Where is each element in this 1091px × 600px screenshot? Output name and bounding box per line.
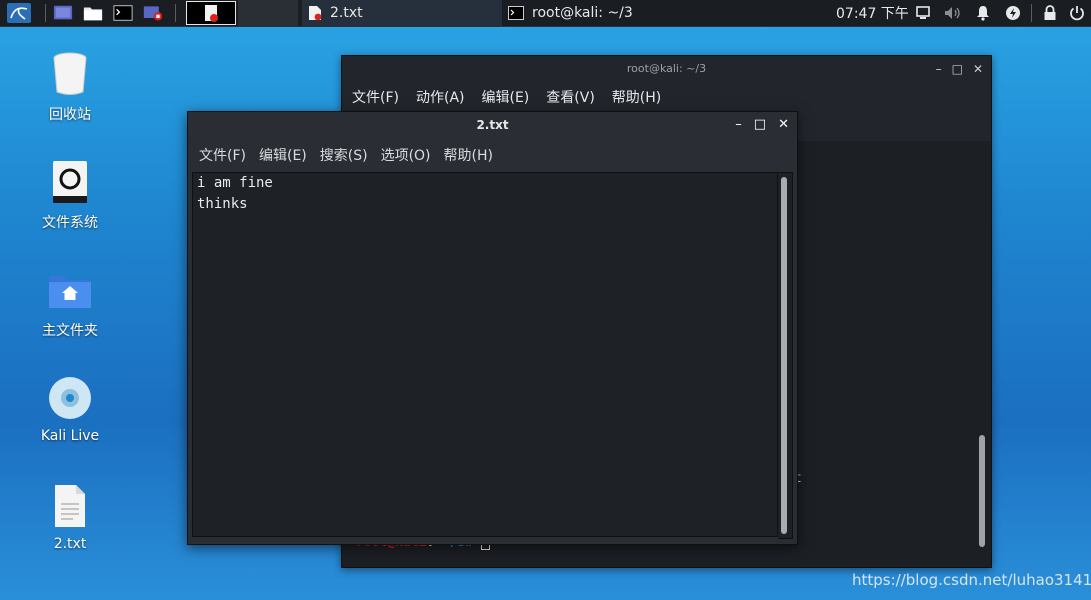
home-folder-icon [49,276,91,308]
desktop-icon-kali-live[interactable]: Kali Live [30,374,110,444]
menu-help[interactable]: 帮助(H) [612,87,661,107]
text-file-icon [55,485,85,527]
maximize-icon[interactable]: □ [952,56,963,82]
trash-icon [53,52,87,95]
terminal-scroll-thumb[interactable] [979,435,985,547]
menu-actions[interactable]: 动作(A) [416,87,465,107]
desktop-icon-label: 2.txt [53,536,87,552]
menu-file[interactable]: 文件(F) [352,87,399,107]
clock[interactable]: 07:47 下午 [836,3,909,23]
desktop-icon-text-file[interactable]: 2.txt [30,482,110,552]
menu-edit[interactable]: 编辑(E) [259,145,307,165]
desktop: 2.txt root@kali: ~/3 07:47 下午 回收站 文件系统 主… [0,0,1091,600]
display-icon[interactable] [915,4,931,22]
editor-titlebar[interactable]: 2.txt – □ ✕ [188,112,797,140]
taskbar-item-label: 2.txt [330,5,363,21]
desktop-icon-trash[interactable]: 回收站 [30,50,110,124]
kali-menu-icon[interactable] [6,3,32,23]
terminal-icon [508,6,524,20]
menu-options[interactable]: 选项(O) [381,145,431,165]
panel-separator [1031,4,1032,22]
editor-scroll-thumb[interactable] [781,177,787,534]
menu-view[interactable]: 查看(V) [546,87,595,107]
terminal-launcher-icon[interactable] [113,3,133,23]
desktop-icon-label: 回收站 [49,107,91,123]
panel-separator [45,4,46,22]
power-manager-icon[interactable] [1004,4,1022,22]
lock-icon[interactable] [1042,4,1058,22]
close-icon[interactable]: ✕ [778,112,789,138]
editor-scrollbar[interactable] [778,172,793,539]
notifications-icon[interactable] [975,4,991,22]
taskbar-item-terminal[interactable]: root@kali: ~/3 [506,0,706,26]
terminal-titlebar[interactable]: root@kali: ~/3 – □ ✕ [342,56,991,82]
editor-text-area[interactable]: i am fine thinks [192,172,778,537]
screen-recorder-icon[interactable] [143,3,163,23]
show-desktop-icon[interactable] [53,3,73,23]
workspace-2[interactable] [238,0,298,26]
editor-window[interactable]: 2.txt – □ ✕ 文件(F) 编辑(E) 搜索(S) 选项(O) 帮助(H… [187,111,798,545]
text-file-icon [308,5,322,21]
watermark: https://blog.csdn.net/luhao31415 [852,571,1091,589]
desktop-icon-label: Kali Live [40,428,100,444]
window-title: 2.txt [476,118,509,132]
close-icon[interactable]: ✕ [973,56,983,82]
maximize-icon[interactable]: □ [754,112,766,138]
disc-icon [49,377,91,419]
menu-search[interactable]: 搜索(S) [320,145,368,165]
minimize-icon[interactable]: – [735,112,742,138]
terminal-scrollbar[interactable] [978,141,986,547]
top-panel: 2.txt root@kali: ~/3 07:47 下午 [0,0,1091,27]
taskbar-item-label: root@kali: ~/3 [532,5,633,21]
desktop-icon-label: 文件系统 [42,215,98,231]
minimize-icon[interactable]: – [936,56,942,82]
drive-icon [53,161,87,203]
menu-edit[interactable]: 编辑(E) [482,87,530,107]
power-icon[interactable] [1068,4,1086,22]
desktop-icon-filesystem[interactable]: 文件系统 [30,158,110,232]
panel-separator [175,4,176,22]
window-title: root@kali: ~/3 [626,62,707,75]
volume-icon[interactable] [944,4,962,22]
menu-file[interactable]: 文件(F) [199,145,246,165]
workspace-1[interactable] [186,1,236,25]
editor-line: i am fine [197,175,273,191]
editor-line: thinks [197,196,248,212]
desktop-icon-home[interactable]: 主文件夹 [30,266,110,340]
file-manager-icon[interactable] [83,3,103,23]
menu-help[interactable]: 帮助(H) [444,145,493,165]
taskbar-item-editor[interactable]: 2.txt [302,0,502,26]
editor-menubar: 文件(F) 编辑(E) 搜索(S) 选项(O) 帮助(H) [188,140,797,170]
terminal-menubar: 文件(F) 动作(A) 编辑(E) 查看(V) 帮助(H) [342,82,991,112]
desktop-icon-label: 主文件夹 [42,323,98,339]
